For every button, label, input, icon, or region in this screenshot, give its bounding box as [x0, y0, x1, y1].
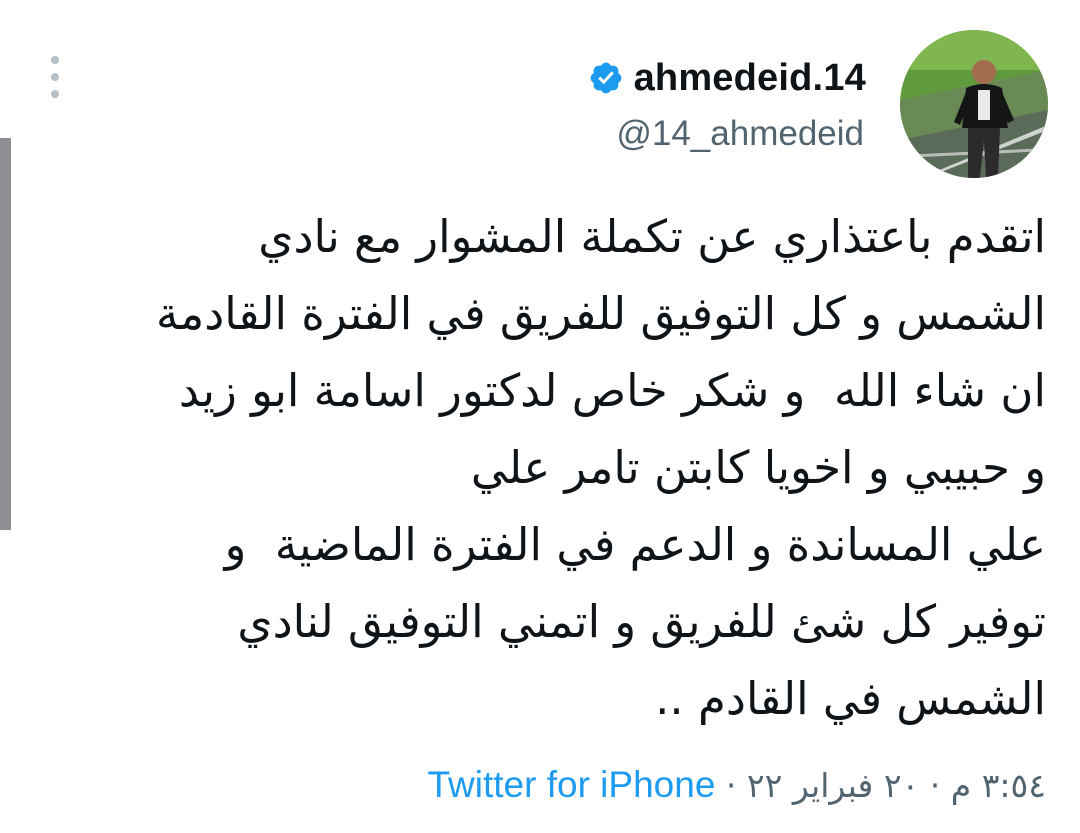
more-dot [51, 90, 59, 98]
tweet-text-line: اتقدم باعتذاري عن تكملة المشوار مع نادي [258, 210, 1046, 263]
tweet-text-line: علي المساندة و الدعم في الفترة الماضية و [224, 518, 1046, 571]
more-vertical-icon[interactable] [46, 56, 64, 98]
meta-separator: · [929, 766, 941, 805]
tweet-source-link[interactable]: Twitter for iPhone [427, 764, 715, 805]
tweet-text-line: و حبيبي و اخويا كابتن تامر علي [470, 441, 1046, 494]
tweet-text-line: الشمس في القادم .. [655, 672, 1046, 725]
more-dot [51, 73, 59, 81]
author-name-row[interactable]: ahmedeid.14 [588, 56, 866, 100]
tweet-metadata: ٣:٥٤ م · ٢٠ فبراير ٢٢ · Twitter for iPho… [427, 764, 1046, 806]
tweet-text-line: الشمس و كل التوفيق للفريق في الفترة القا… [156, 287, 1046, 340]
verified-badge-icon [590, 62, 621, 94]
avatar-photo [900, 30, 1048, 178]
tweet-text: اتقدم باعتذاري عن تكملة المشوار مع نادي … [46, 198, 1046, 737]
user-handle[interactable]: @14_ahmedeid [616, 114, 864, 154]
tweet-time[interactable]: ٣:٥٤ م [951, 766, 1046, 805]
scrollbar[interactable] [0, 138, 11, 530]
tweet-text-line: توفير كل شئ للفريق و اتمني التوفيق لنادي [237, 595, 1046, 648]
tweet-text-line: ان شاء الله و شكر خاص لدكتور اسامة ابو ز… [178, 364, 1046, 417]
avatar[interactable] [900, 30, 1048, 178]
meta-separator: · [725, 766, 737, 805]
more-dot [51, 56, 59, 64]
tweet-date[interactable]: ٢٠ فبراير ٢٢ [747, 766, 919, 805]
display-name[interactable]: ahmedeid.14 [634, 57, 866, 100]
